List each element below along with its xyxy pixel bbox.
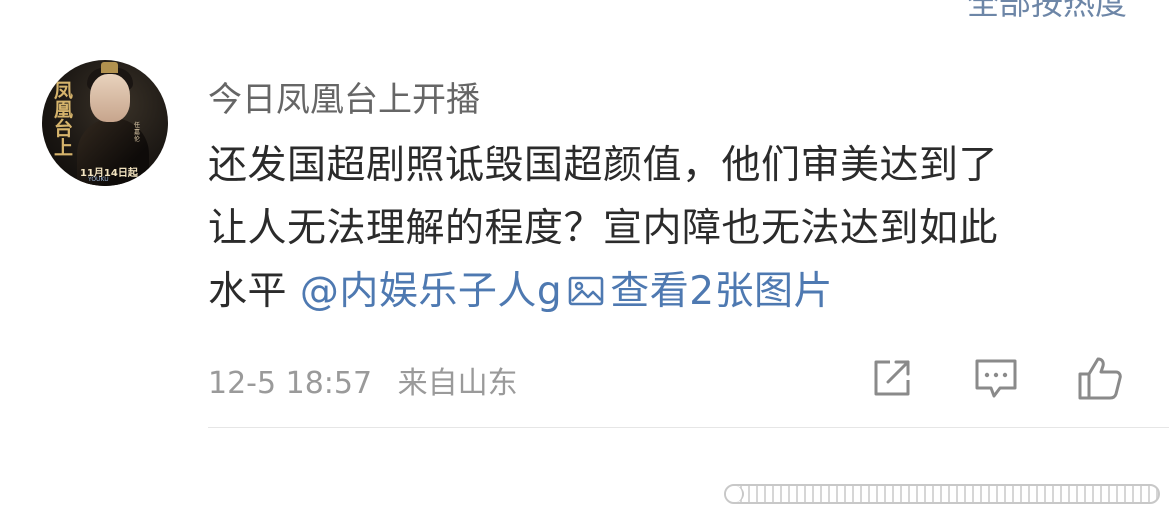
view-images-label: 查看2张图片 <box>610 269 834 314</box>
timestamp: 12-5 18:57 <box>208 366 373 401</box>
location: 来自山东 <box>397 366 518 401</box>
avatar-title: 凤凰台上 <box>54 80 74 159</box>
image-icon <box>568 276 604 305</box>
comment-line-2: 让人无法理解的程度？宣内障也无法达到如此 <box>208 206 999 251</box>
avatar-brand: YOUKU <box>88 176 109 183</box>
sort-by-hot-link[interactable]: 全部按热度 <box>967 0 1127 24</box>
thumbs-up-icon[interactable] <box>1076 354 1124 402</box>
avatar-figure-face <box>90 74 130 122</box>
comment-text: 还发国超剧照诋毁国超颜值，他们审美达到了 让人无法理解的程度？宣内障也无法达到如… <box>208 134 1148 323</box>
divider <box>208 427 1169 428</box>
view-images-link[interactable]: 查看2张图片 <box>562 269 833 314</box>
comment-line-3: 水平 @内娱乐子人g 查看2张图片 <box>208 260 1148 323</box>
avatar[interactable]: 凤凰台上 任嘉伦 11月14日起 YOUKU <box>42 60 168 186</box>
avatar-figure-crown <box>101 62 118 73</box>
scrollbar-thumb[interactable] <box>726 486 744 502</box>
mention-link[interactable]: @内娱乐子人g <box>300 269 562 314</box>
avatar-side-text: 任嘉伦 <box>134 122 141 143</box>
comment-line-1: 还发国超剧照诋毁国超颜值，他们审美达到了 <box>208 143 999 188</box>
comment-page: 全部按热度 凤凰台上 任嘉伦 11月14日起 YOUKU 今日凤凰台上开播 还发… <box>0 0 1169 526</box>
horizontal-scrollbar[interactable] <box>724 484 1160 504</box>
comment-line-3-text: 水平 <box>208 269 288 314</box>
comment-meta: 12-5 18:57 来自山东 <box>208 358 518 402</box>
share-icon[interactable] <box>868 354 916 402</box>
comment-icon[interactable] <box>972 354 1020 402</box>
username[interactable]: 今日凤凰台上开播 <box>208 72 480 121</box>
